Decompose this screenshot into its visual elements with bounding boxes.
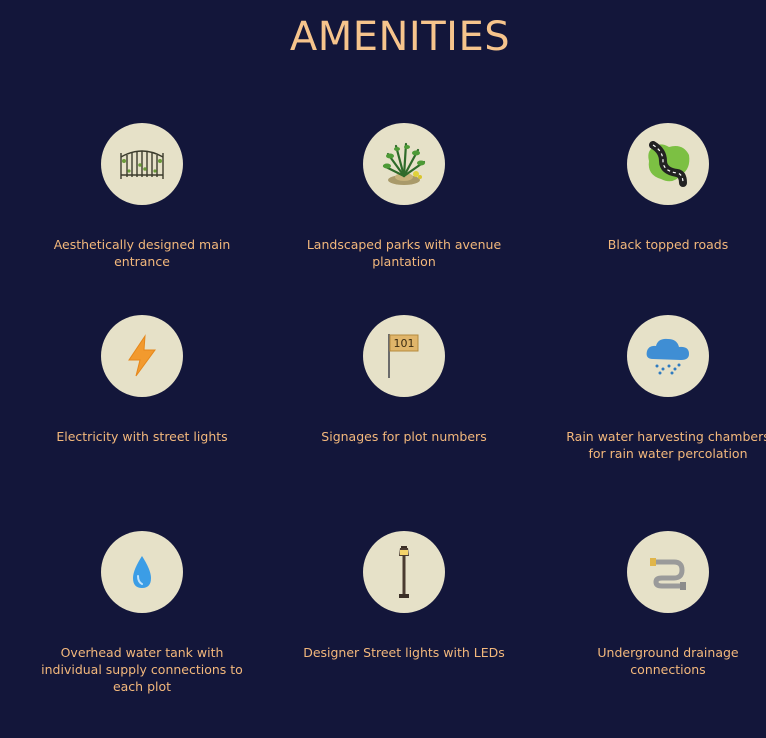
sign-plot-number: 101	[394, 337, 415, 350]
lightning-icon	[128, 334, 156, 377]
amenity-label: Underground drainage connections	[597, 645, 739, 677]
amenity-card-roads: Black topped roads	[548, 123, 766, 253]
amenity-label: Overhead water tank with individual supp…	[41, 645, 243, 694]
amenity-label: Landscaped parks with avenue plantation	[306, 237, 502, 269]
amenity-icon-circle	[627, 531, 709, 613]
rain-cloud-icon	[646, 338, 689, 375]
amenity-card-rain-water: Rain water harvesting chambers for rain …	[548, 315, 766, 462]
amenity-icon-circle	[627, 123, 709, 205]
amenity-card-landscaped-parks: Landscaped parks with avenue plantation	[284, 123, 524, 270]
amenity-icon-circle	[101, 315, 183, 397]
amenity-card-drainage: Underground drainage connections	[548, 531, 766, 678]
amenity-card-water-tank: Overhead water tank with individual supp…	[22, 531, 262, 695]
amenity-icon-circle	[363, 123, 445, 205]
amenity-card-main-entrance: Aesthetically designed main entrance	[22, 123, 262, 270]
page-title: AMENITIES	[289, 14, 511, 60]
amenity-icon-circle	[363, 531, 445, 613]
amenity-icon-circle	[101, 531, 183, 613]
amenity-label: Signages for plot numbers	[321, 429, 487, 444]
road-icon	[648, 141, 690, 187]
water-drop-icon	[133, 556, 151, 588]
amenity-icon-circle	[101, 123, 183, 205]
amenity-label: Aesthetically designed main entrance	[53, 237, 231, 269]
amenity-card-electricity: Electricity with street lights	[22, 315, 262, 445]
gate-icon	[120, 150, 164, 179]
amenity-card-signages: 101 Signages for plot numbers	[284, 315, 524, 445]
signage-icon: 101	[388, 334, 419, 378]
street-lamp-icon	[399, 546, 409, 598]
amenity-icon-circle	[627, 315, 709, 397]
amenity-label: Designer Street lights with LEDs	[303, 645, 505, 660]
pipe-icon	[650, 558, 686, 590]
amenity-card-street-lights: Designer Street lights with LEDs	[284, 531, 524, 661]
park-icon	[382, 142, 426, 185]
amenity-label: Black topped roads	[607, 237, 729, 252]
amenity-label: Rain water harvesting chambers for rain …	[566, 429, 766, 461]
amenity-label: Electricity with street lights	[56, 429, 228, 444]
amenity-icon-circle: 101	[363, 315, 445, 397]
